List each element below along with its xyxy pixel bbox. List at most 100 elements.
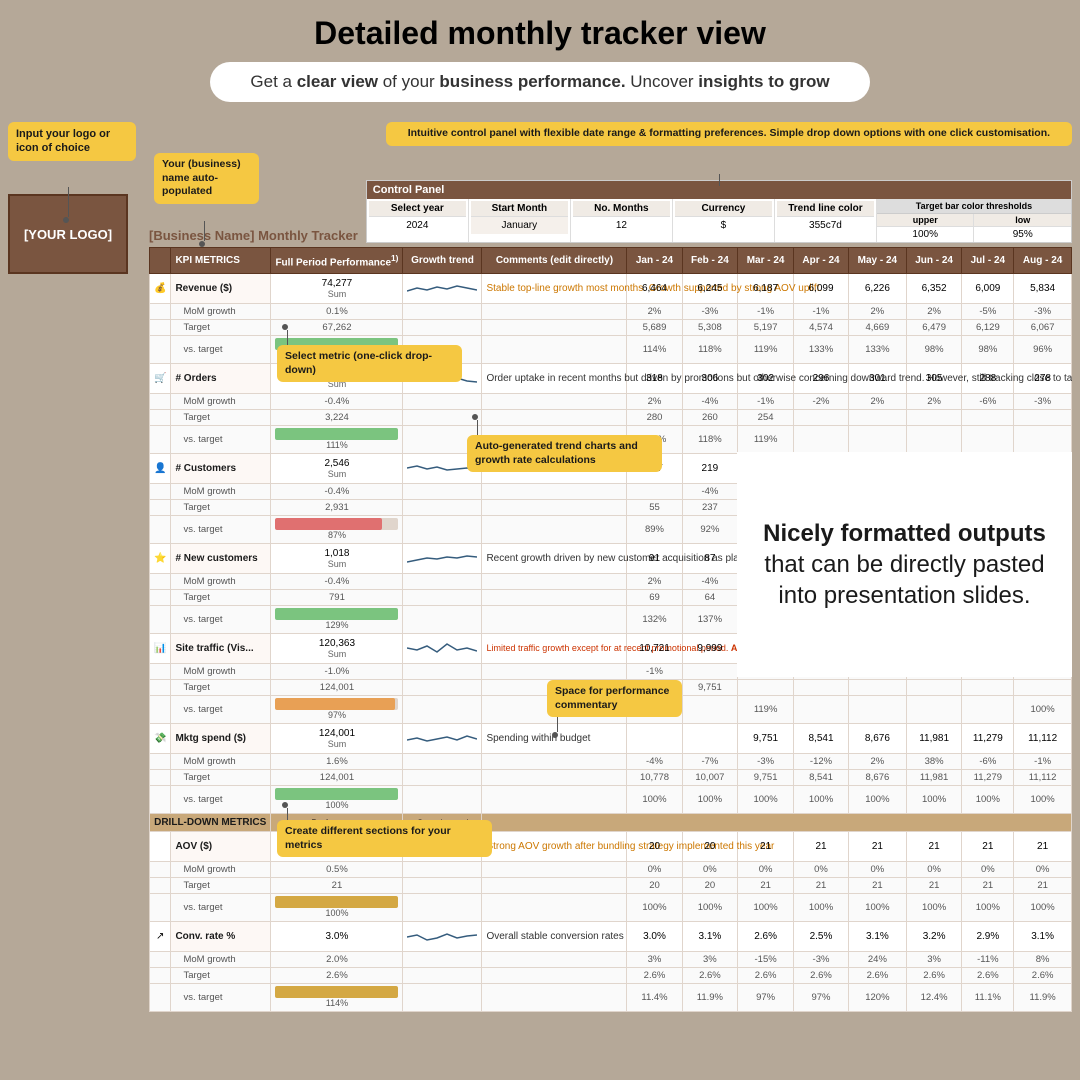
cp-low-value[interactable]: 95% [974, 227, 1071, 242]
orders-full: 3,564Sum [271, 364, 403, 394]
traffic-sparkline [407, 636, 477, 658]
rev-mom-feb: -3% [682, 304, 738, 320]
cp-trend-value[interactable]: 355c7d [777, 217, 874, 234]
th-feb: Feb - 24 [682, 248, 738, 274]
th-kpi-metrics: KPI METRICS [171, 248, 271, 274]
rev-mom-jun: 2% [906, 304, 962, 320]
drill-perf-label: Performance [271, 814, 403, 832]
customers-icon: 👤 [150, 454, 171, 484]
cp-year-header: Select year [369, 201, 466, 217]
cp-upper-col: upper 100% [877, 214, 975, 242]
nicely-formatted-panel: Nicely formatted outputs that can be dir… [737, 452, 1072, 677]
cp-no-months-col: No. Months 12 [571, 199, 673, 242]
cp-month-value[interactable]: January [471, 217, 568, 234]
rev-tgt-jun: 6,479 [906, 320, 962, 336]
conv-sparkline [407, 924, 477, 946]
orders-name: # Orders [171, 364, 271, 394]
rev-mom-label: MoM growth [171, 304, 271, 320]
rev-mom-full: 0.1% [271, 304, 403, 320]
table-row: ↗ Conv. rate % 3.0% Overall stable conve… [150, 922, 1072, 952]
rev-tgt-apr: 4,574 [793, 320, 848, 336]
left-sidebar: Input your logo or icon of choice [YOUR … [8, 122, 143, 1012]
rev-vst-full: 100% [271, 336, 403, 364]
rev-aug: 5,834 [1014, 274, 1072, 304]
kpi-table-wrapper: Select metric (one-click drop-down) Auto… [149, 247, 1072, 1012]
th-growth-trend: Growth trend [403, 248, 482, 274]
rev-mom-jan: 2% [627, 304, 682, 320]
th-aug: Aug - 24 [1014, 248, 1072, 274]
cp-low-label: low [974, 214, 1071, 227]
rev-mom-may: 2% [849, 304, 907, 320]
control-panel-section: Intuitive control panel with flexible da… [366, 122, 1072, 243]
revenue-sparkline [407, 276, 477, 298]
rev-tgt-mar: 5,197 [738, 320, 794, 336]
table-row: 💸 Mktg spend ($) 124,001Sum Spending wit… [150, 724, 1072, 754]
spreadsheet-area: Your (business) name auto-populated [Bus… [149, 122, 1072, 1012]
rev-tgt-jan: 5,689 [627, 320, 682, 336]
table-row: Target 124,001 10,0079,751 [150, 680, 1072, 696]
cp-nmonths-value[interactable]: 12 [573, 217, 670, 234]
rev-vst-jul: 98% [962, 336, 1014, 364]
customers-sparkline [407, 456, 477, 478]
rev-vst-label: vs. target [171, 336, 271, 364]
th-comments: Comments (edit directly) [482, 248, 627, 274]
subtitle-bold1: clear view [297, 72, 378, 91]
th-mar: Mar - 24 [738, 248, 794, 274]
table-row: 💰 Revenue ($) 74,277Sum Stable top-line … [150, 274, 1072, 304]
revenue-icon: 💰 [150, 274, 171, 304]
revenue-name: Revenue ($) [171, 274, 271, 304]
rev-vst-mar: 119% [738, 336, 794, 364]
table-row: Target 3,224 280260254 [150, 410, 1072, 426]
th-may: May - 24 [849, 248, 907, 274]
drill-growth-label: Growth trend [403, 814, 482, 832]
subtitle-bar: Get a clear view of your business perfor… [210, 62, 869, 102]
rev-tgt-feb: 5,308 [682, 320, 738, 336]
table-row: Target 21 202021 212121 2121 [150, 878, 1072, 894]
cp-trend-header: Trend line color [777, 201, 874, 217]
cp-year-value[interactable]: 2024 [369, 217, 466, 234]
business-name: [Business Name] Monthly Tracker [149, 228, 358, 243]
rev-mom-jul: -5% [962, 304, 1014, 320]
customers-name: # Customers [171, 454, 271, 484]
orders-comment[interactable]: Order uptake in recent months but driven… [482, 364, 627, 394]
cp-start-month-col: Start Month January [469, 199, 571, 242]
subtitle-text: Get a clear view of your business perfor… [250, 72, 829, 91]
business-name-section: Your (business) name auto-populated [Bus… [149, 153, 358, 243]
rev-mom-mar: -1% [738, 304, 794, 320]
rev-vst-feb: 118% [682, 336, 738, 364]
logo-callout: Input your logo or icon of choice [8, 122, 136, 161]
cp-target-sub: upper 100% low 95% [877, 214, 1071, 242]
th-full-period: Full Period Performance1) [271, 248, 403, 274]
cp-month-header: Start Month [471, 201, 568, 217]
table-row: MoM growth -0.4% 2%-4%-1% -2%2%2% -6%-3% [150, 394, 1072, 410]
revenue-comment[interactable]: Stable top-line growth most months. Grow… [482, 274, 627, 304]
customers-comment[interactable]: retention. [482, 454, 627, 484]
newcust-full: 1,018Sum [271, 544, 403, 574]
cp-currency-value[interactable]: $ [675, 217, 772, 234]
newcust-name: # New customers [171, 544, 271, 574]
cp-target-header: Target bar color thresholds [877, 199, 1071, 214]
th-jun: Jun - 24 [906, 248, 962, 274]
table-row: 🛒 # Orders 3,564Sum Order uptake in rece… [150, 364, 1072, 394]
table-row: vs. target 100% 114% 118% 119% 133% 1 [150, 336, 1072, 364]
th-icon [150, 248, 171, 274]
drill-down-header-row: DRILL-DOWN METRICS Performance Growth tr… [150, 814, 1072, 832]
subtitle-bold2: business performance. [439, 72, 625, 91]
orders-spark [403, 364, 482, 394]
table-row: MoM growth 0.1% 2% -3% -1% -1% 2% 2% -5%… [150, 304, 1072, 320]
table-row: MoM growth 0.5% 0%0%0% 0%0%0% 0%0% [150, 862, 1072, 878]
cp-upper-value[interactable]: 100% [877, 227, 974, 242]
main-container: Detailed monthly tracker view Get a clea… [0, 0, 1080, 1080]
newcust-sparkline [407, 546, 477, 568]
cp-select-year-col: Select year 2024 [367, 199, 469, 242]
rev-tgt-may: 4,669 [849, 320, 907, 336]
th-jul: Jul - 24 [962, 248, 1014, 274]
rev-vst-aug: 96% [1014, 336, 1072, 364]
mktg-sparkline [407, 726, 477, 748]
rev-jun: 6,352 [906, 274, 962, 304]
control-callout: Intuitive control panel with flexible da… [386, 122, 1072, 146]
aov-sparkline [407, 834, 477, 856]
newcust-comment[interactable]: Recent growth driven by new customer acq… [482, 544, 627, 574]
table-row: vs. target 100% 100%100%100% 100%100%100… [150, 894, 1072, 922]
table-row: Target 67,262 5,689 5,308 5,197 4,574 4,… [150, 320, 1072, 336]
